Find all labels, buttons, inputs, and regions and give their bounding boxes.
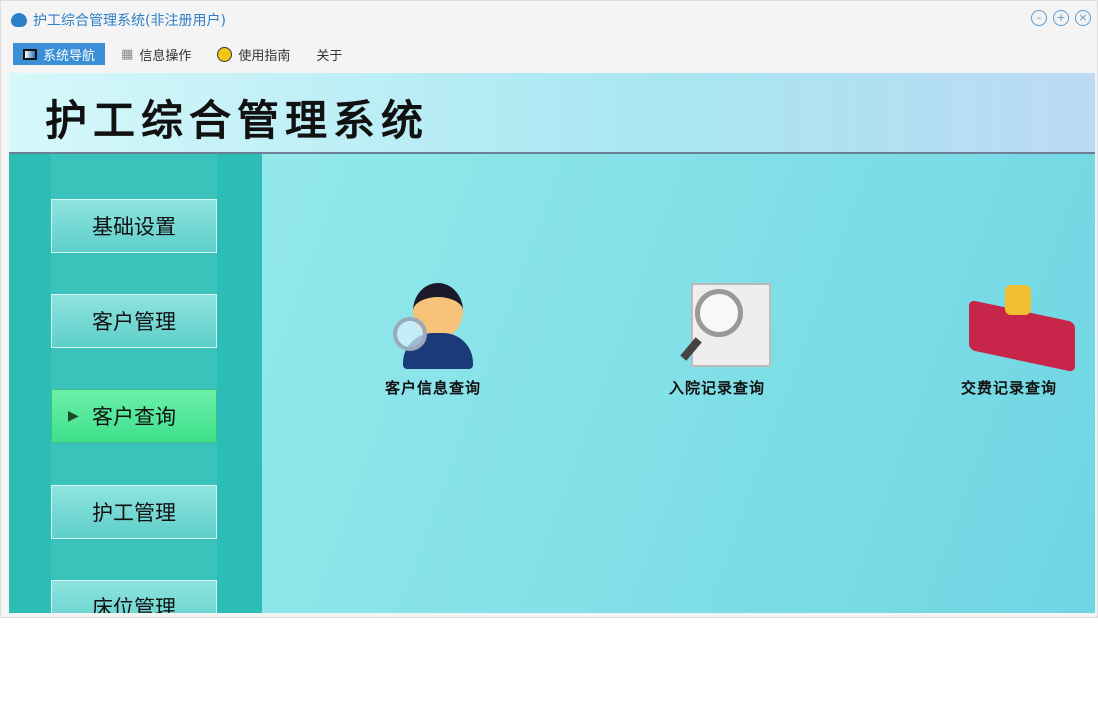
menu-system-nav[interactable]: 系统导航: [13, 43, 106, 65]
maximize-button[interactable]: +: [1053, 10, 1069, 26]
sidebar-item-customer-management[interactable]: 客户管理: [51, 294, 217, 348]
minimize-button[interactable]: –: [1031, 10, 1047, 26]
payment-book-icon: [961, 281, 1075, 373]
sidebar-item-caregiver-management[interactable]: 护工管理: [51, 485, 217, 539]
banner-title: 护工综合管理系统: [45, 96, 430, 145]
main-content: 护工综合管理系统 基础设置 客户管理 ▶ 客户查询 护工管理 床位管理 客户信息查…: [9, 73, 1095, 613]
sidebar-item-bed-management[interactable]: 床位管理: [51, 580, 217, 613]
close-button[interactable]: ×: [1075, 10, 1091, 26]
menu-info-ops[interactable]: ▦ 信息操作: [111, 43, 201, 65]
customer-info-query[interactable]: 客户信息查询: [385, 281, 481, 398]
banner: 护工综合管理系统: [9, 73, 1095, 154]
sidebar: 基础设置 客户管理 ▶ 客户查询 护工管理 床位管理: [9, 154, 262, 613]
sidebar-item-customer-query[interactable]: ▶ 客户查询: [51, 389, 217, 443]
payment-record-query[interactable]: 交费记录查询: [961, 281, 1075, 398]
app-window: 护工综合管理系统(非注册用户) – + × 系统导航 ▦ 信息操作 使用指南 关于…: [0, 0, 1098, 618]
window-title: 护工综合管理系统(非注册用户): [33, 13, 226, 29]
user-search-icon: [385, 281, 481, 371]
play-arrow-icon: ▶: [68, 408, 79, 424]
app-logo-icon: [11, 13, 27, 27]
help-icon: [217, 46, 233, 62]
menu-bar: 系统导航 ▦ 信息操作 使用指南 关于: [13, 43, 352, 65]
sidebar-item-basic-settings[interactable]: 基础设置: [51, 199, 217, 253]
document-search-icon: [669, 281, 771, 371]
monitor-icon: [23, 48, 37, 60]
menu-about[interactable]: 关于: [306, 43, 352, 65]
menu-guide[interactable]: 使用指南: [207, 43, 300, 65]
admission-record-query[interactable]: 入院记录查询: [669, 281, 771, 398]
title-bar: 护工综合管理系统(非注册用户): [11, 10, 226, 30]
grid-icon: ▦: [121, 46, 134, 62]
